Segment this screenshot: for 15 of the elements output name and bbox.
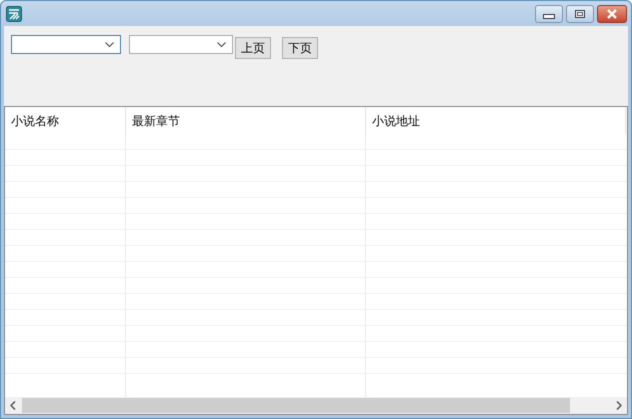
chevron-down-icon	[105, 42, 114, 48]
page-button[interactable]: 上页	[235, 37, 271, 59]
app-icon	[6, 6, 22, 22]
column-header[interactable]: 最新章节	[126, 107, 366, 134]
column-header[interactable]: 小说地址	[366, 107, 626, 134]
close-button[interactable]	[597, 5, 627, 23]
scroll-left-icon[interactable]	[10, 401, 16, 410]
minimize-button[interactable]	[535, 5, 563, 23]
close-icon	[606, 9, 618, 19]
page-button[interactable]: 下页	[282, 37, 318, 59]
dropdown[interactable]	[11, 35, 121, 54]
chevron-down-icon	[217, 42, 226, 48]
scroll-right-icon[interactable]	[616, 401, 622, 410]
column-header[interactable]: 小说名称	[5, 107, 126, 134]
maximize-button[interactable]	[566, 5, 594, 23]
